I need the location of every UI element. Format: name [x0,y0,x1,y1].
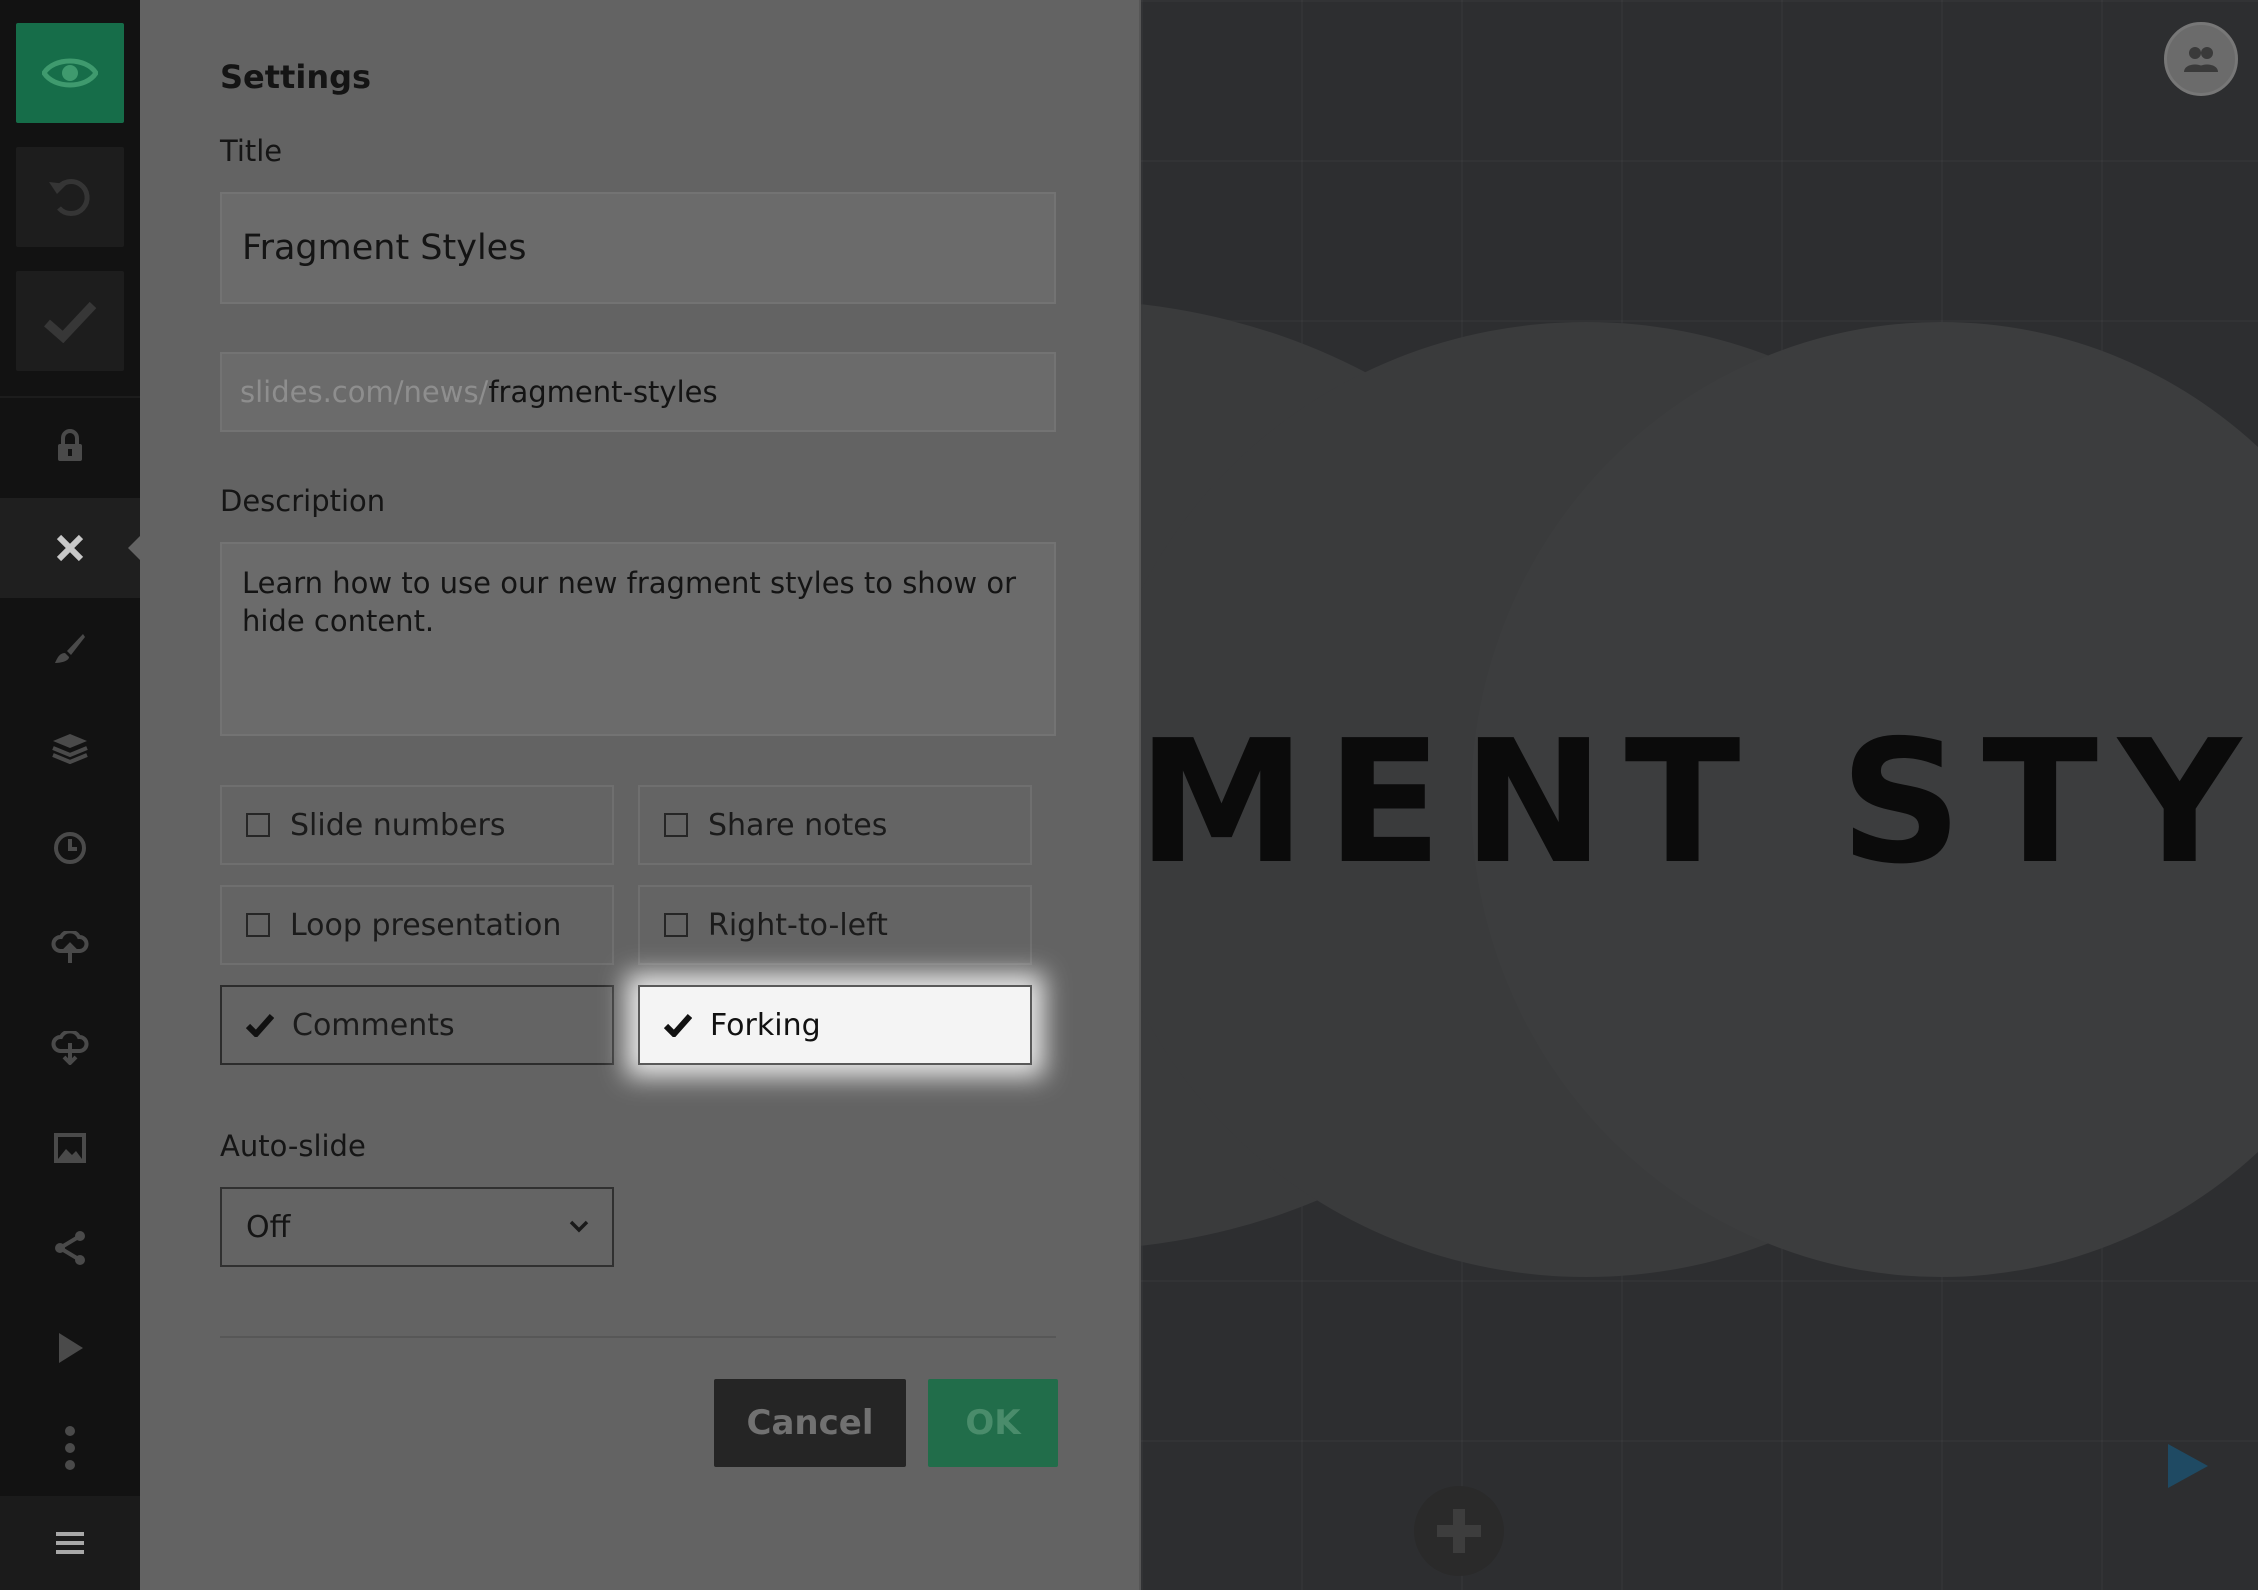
layers-icon [52,734,88,764]
clock-icon [54,832,86,864]
users-icon [2184,47,2218,72]
title-label: Title [220,134,283,168]
import-button[interactable] [0,898,140,998]
play-icon [2168,1444,2208,1488]
export-button[interactable] [0,998,140,1098]
next-slide-button[interactable] [2164,1440,2212,1496]
checkmark-icon [664,1012,694,1038]
checkbox-label: Loop presentation [290,907,562,943]
checkbox-label: Right-to-left [708,907,888,943]
menu-icon [56,1532,84,1554]
url-prefix: slides.com/news/ [240,375,489,409]
more-vertical-icon [65,1426,75,1470]
url-slug: fragment-styles [488,375,718,409]
checkbox-label: Share notes [708,807,888,843]
history-button[interactable] [0,798,140,898]
main-menu-button[interactable] [0,1496,140,1590]
preview-button[interactable] [16,23,124,123]
slide-canvas[interactable]: MENT STYLES [1141,0,2258,1590]
checkmark-icon [246,1012,276,1038]
style-button[interactable] [0,598,140,698]
media-button[interactable] [0,1098,140,1198]
settings-panel: Settings Title Fragment Styles slides.co… [140,0,1141,1590]
save-button[interactable] [16,271,124,371]
present-button[interactable] [0,1298,140,1398]
title-input-value: Fragment Styles [242,228,527,268]
checkbox-label: Comments [292,1007,455,1043]
description-label: Description [220,484,386,518]
slide-numbers-checkbox[interactable]: Slide numbers [220,785,614,865]
lock-icon [58,429,82,461]
checkbox-label: Slide numbers [290,807,506,843]
slide-title-text[interactable]: MENT STYLES [1141,718,2258,888]
autoslide-value: Off [246,1209,291,1245]
cancel-button[interactable]: Cancel [714,1379,906,1467]
autoslide-label: Auto-slide [220,1129,366,1163]
more-options-button[interactable] [0,1398,140,1498]
play-icon [59,1333,83,1363]
right-to-left-checkbox[interactable]: Right-to-left [638,885,1032,965]
editor-toolbar [0,0,142,1590]
share-icon [55,1231,85,1265]
checkbox-empty [664,813,688,837]
description-textarea[interactable]: Learn how to use our new fragment styles… [220,542,1056,736]
cloud-upload-icon [51,931,89,963]
comments-checkbox[interactable]: Comments [220,985,614,1065]
close-settings-button[interactable] [0,498,142,598]
check-icon [44,301,97,343]
autoslide-select[interactable]: Off [220,1187,614,1267]
cloud-download-icon [51,1031,89,1065]
share-button[interactable] [0,1198,140,1298]
close-icon [56,534,84,562]
collaborators-button[interactable] [2164,22,2238,96]
title-input[interactable]: Fragment Styles [220,192,1056,304]
checkbox-label: Forking [710,1007,821,1043]
undo-button[interactable] [16,147,124,247]
forking-checkbox[interactable]: Forking [638,985,1032,1065]
url-input[interactable]: slides.com/news/fragment-styles [220,352,1056,432]
panel-heading: Settings [220,58,372,96]
panel-divider [220,1336,1056,1338]
image-icon [54,1133,86,1163]
eye-icon [42,58,98,88]
layers-button[interactable] [0,698,140,798]
description-value: Learn how to use our new fragment styles… [242,566,1017,638]
brush-icon [55,634,85,663]
plus-icon [1437,1509,1481,1553]
share-notes-checkbox[interactable]: Share notes [638,785,1032,865]
checkbox-empty [664,913,688,937]
undo-icon [49,179,90,217]
ok-button[interactable]: OK [928,1379,1058,1467]
chevron-down-icon [569,1220,589,1233]
checkbox-empty [246,913,270,937]
add-slide-button[interactable] [1414,1486,1504,1576]
lock-button[interactable] [0,396,140,496]
loop-presentation-checkbox[interactable]: Loop presentation [220,885,614,965]
checkbox-empty [246,813,270,837]
